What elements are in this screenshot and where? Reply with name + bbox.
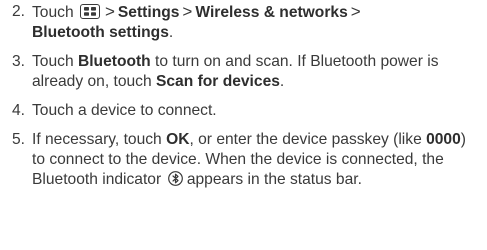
- step-number: 5.: [12, 131, 26, 148]
- separator: >: [182, 2, 193, 21]
- bluetooth-label: Bluetooth: [77, 53, 151, 70]
- ok-label: OK: [166, 131, 190, 148]
- step-text: Touch: [32, 4, 74, 21]
- settings-label: Settings: [117, 4, 180, 21]
- step-number: 3.: [12, 53, 26, 70]
- separator: >: [104, 2, 115, 21]
- scan-for-devices-label: Scan for devices: [155, 73, 280, 90]
- wireless-networks-label: Wireless & networks: [195, 4, 348, 21]
- step-text: appears in the status bar.: [182, 171, 362, 188]
- step-2: 2. Touch > Settings > Wireless & networks > B…: [12, 2, 482, 43]
- step-text: .: [168, 24, 174, 41]
- passkey-example: 0000: [426, 131, 461, 148]
- step-text: .: [279, 73, 285, 90]
- step-text: If necessary, touch: [32, 131, 167, 148]
- step-number: 4.: [12, 102, 26, 119]
- step-3: 3. Touch Bluetooth to turn on and scan. …: [12, 52, 482, 92]
- menu-key-icon: [79, 4, 100, 19]
- step-text: Touch a device to connect.: [32, 102, 217, 119]
- step-5: 5. If necessary, touch OK, or enter the …: [12, 130, 482, 190]
- instruction-steps: 2. Touch > Settings > Wireless & networks > B…: [12, 2, 482, 199]
- step-4: 4. Touch a device to connect.: [12, 101, 482, 121]
- bluetooth-indicator-icon: [167, 170, 183, 187]
- step-text: Touch: [32, 53, 78, 70]
- bluetooth-settings-label: Bluetooth settings: [32, 24, 169, 41]
- step-text: , or enter the device passkey (like: [189, 131, 427, 148]
- step-number: 2.: [12, 3, 26, 20]
- separator: >: [350, 2, 361, 21]
